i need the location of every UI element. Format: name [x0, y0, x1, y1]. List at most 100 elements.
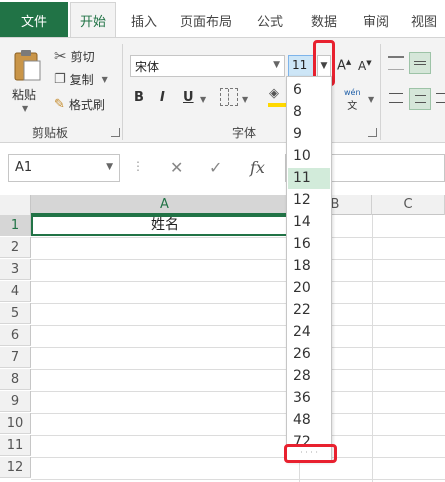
- font-size-option[interactable]: 18: [288, 256, 330, 277]
- font-size-option[interactable]: 9: [288, 124, 330, 145]
- select-all-corner[interactable]: [0, 195, 31, 215]
- shrink-font-button[interactable]: A▼: [358, 59, 372, 73]
- gridline: [31, 347, 445, 348]
- font-size-option[interactable]: 48: [288, 410, 330, 431]
- font-size-option[interactable]: 12: [288, 190, 330, 211]
- borders-button[interactable]: [220, 88, 238, 106]
- borders-icon: [228, 89, 229, 105]
- tab-view[interactable]: 视图: [404, 2, 444, 38]
- name-box[interactable]: A1 ▼: [8, 154, 120, 182]
- scissors-icon: ✂: [54, 47, 67, 65]
- align-left-button[interactable]: [389, 93, 403, 103]
- font-size-option[interactable]: 22: [288, 300, 330, 321]
- tab-insert[interactable]: 插入: [124, 2, 164, 38]
- paste-label: 粘贴: [12, 88, 37, 102]
- fill-color-button[interactable]: ◈: [266, 84, 288, 110]
- row-header[interactable]: 1: [0, 215, 31, 236]
- copy-label: 复制: [69, 73, 94, 87]
- copy-button[interactable]: ❐ 复制 ▼: [54, 71, 108, 88]
- paste-button[interactable]: 粘贴 ▼: [8, 48, 48, 128]
- chevron-down-icon: ▼: [22, 104, 29, 113]
- font-size-option[interactable]: 6: [288, 80, 330, 101]
- formula-bar: A1 ▼ ⋮ ✕ ✓ fx: [0, 150, 445, 186]
- chevron-down-icon[interactable]: ▼: [242, 95, 248, 104]
- tab-file[interactable]: 文件: [0, 2, 68, 38]
- grow-font-label: A: [337, 58, 346, 74]
- fill-color-swatch: [268, 103, 286, 107]
- cut-label: 剪切: [70, 49, 95, 64]
- gridline: [31, 259, 445, 260]
- row-header[interactable]: 10: [0, 413, 31, 434]
- clipboard-launcher-icon[interactable]: [111, 128, 120, 137]
- column-header-c[interactable]: C: [372, 195, 445, 215]
- gridline: [31, 435, 445, 436]
- row-header[interactable]: 12: [0, 457, 31, 478]
- italic-button[interactable]: I: [160, 90, 165, 105]
- font-size-option[interactable]: 14: [288, 212, 330, 233]
- font-size-option[interactable]: 10: [288, 146, 330, 167]
- tab-formulas[interactable]: 公式: [250, 2, 290, 38]
- row-header[interactable]: 2: [0, 237, 31, 258]
- phonetic-button[interactable]: wén 文: [344, 88, 361, 112]
- row-header[interactable]: 7: [0, 347, 31, 368]
- row-header[interactable]: 3: [0, 259, 31, 280]
- group-divider: [380, 44, 381, 140]
- cell-a1[interactable]: 姓名: [31, 215, 299, 236]
- chevron-down-icon: ▼: [106, 162, 113, 172]
- gridline: [31, 237, 445, 238]
- align-right-button[interactable]: [436, 93, 445, 103]
- tab-home[interactable]: 开始: [70, 2, 116, 38]
- row-header[interactable]: 11: [0, 435, 31, 456]
- font-name-select[interactable]: 宋体 ▼: [130, 55, 285, 77]
- align-top-button[interactable]: [388, 56, 404, 70]
- chevron-down-icon[interactable]: ▼: [368, 95, 374, 104]
- tab-data[interactable]: 数据: [304, 2, 344, 38]
- bold-button[interactable]: B: [134, 90, 144, 105]
- font-size-option[interactable]: 20: [288, 278, 330, 299]
- underline-button[interactable]: U: [183, 90, 194, 105]
- cut-button[interactable]: ✂ 剪切: [54, 47, 95, 65]
- row-header[interactable]: 6: [0, 325, 31, 346]
- font-size-input[interactable]: 11: [288, 55, 314, 77]
- align-center-icon: [415, 95, 426, 103]
- gridline: [31, 479, 445, 480]
- font-size-option[interactable]: 26: [288, 344, 330, 365]
- font-size-option[interactable]: 36: [288, 388, 330, 409]
- insert-function-icon[interactable]: fx: [250, 158, 265, 177]
- font-size-option-selected[interactable]: 11: [288, 168, 330, 189]
- phonetic-bottom-label: 文: [347, 101, 358, 112]
- column-header-a[interactable]: A: [31, 195, 299, 215]
- chevron-down-icon: ▼: [273, 60, 280, 70]
- tab-review[interactable]: 审阅: [356, 2, 396, 38]
- gridline: [372, 215, 373, 482]
- row-header[interactable]: 5: [0, 303, 31, 324]
- enter-icon[interactable]: ✓: [209, 158, 222, 177]
- font-launcher-icon[interactable]: [368, 128, 377, 137]
- cancel-icon[interactable]: ✕: [170, 158, 183, 177]
- gridline: [31, 413, 445, 414]
- worksheet-grid[interactable]: A B C 1 2 3 4 5 6 7 8 9 10 11 12 姓名: [0, 195, 445, 482]
- tab-page-layout[interactable]: 页面布局: [170, 2, 242, 38]
- font-size-option[interactable]: 8: [288, 102, 330, 123]
- grow-font-button[interactable]: A▲: [337, 58, 351, 73]
- row-header[interactable]: 8: [0, 369, 31, 390]
- chevron-down-icon: ▼: [101, 75, 108, 84]
- gridline: [31, 391, 445, 392]
- copy-icon: ❐: [54, 72, 66, 87]
- paintbrush-icon: ✎: [54, 97, 65, 112]
- shrink-font-label: A: [358, 59, 367, 73]
- font-size-option[interactable]: 24: [288, 322, 330, 343]
- ribbon-tab-bar: 文件 开始 插入 页面布局 公式 数据 审阅 视图: [0, 0, 445, 38]
- formula-bar-grip-icon: ⋮: [132, 159, 144, 173]
- align-middle-button[interactable]: [409, 52, 431, 74]
- group-divider: [122, 44, 123, 140]
- align-middle-icon: [414, 61, 426, 65]
- row-header[interactable]: 4: [0, 281, 31, 302]
- format-painter-button[interactable]: ✎ 格式刷: [54, 96, 105, 113]
- font-size-option[interactable]: 28: [288, 366, 330, 387]
- font-size-option[interactable]: 16: [288, 234, 330, 255]
- column-header-row: A B C: [0, 195, 445, 215]
- align-center-button[interactable]: [409, 88, 431, 110]
- chevron-down-icon[interactable]: ▼: [200, 95, 206, 104]
- row-header[interactable]: 9: [0, 391, 31, 412]
